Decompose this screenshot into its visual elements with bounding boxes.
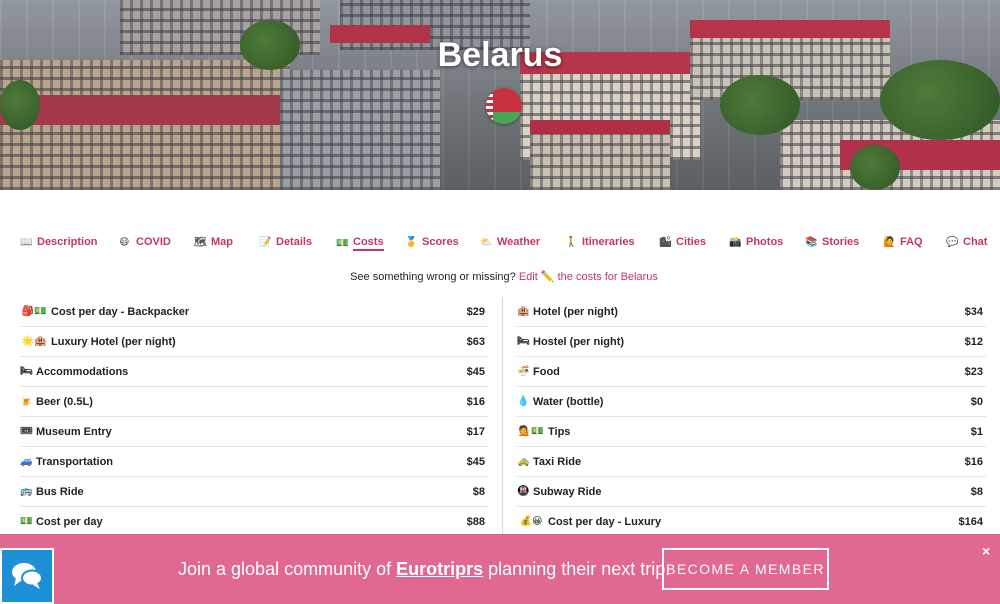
weather-icon: ⛅ [480,236,493,248]
camera-icon: 📸 [729,236,742,248]
bed-icon: 🛏 [517,336,530,347]
building [0,60,290,190]
cost-row-transportation: 🚙 Transportation $45 [20,447,488,477]
tab-faq[interactable]: 🙋 FAQ [883,236,923,248]
costs-column-right: 🏨 Hotel (per night) $34 🛏 Hostel (per night… [517,297,986,537]
cost-row-water: 💧 Water (bottle) $0 [517,387,986,417]
water-drop-icon: 💧 [517,396,530,407]
cost-row-tips: 💁💵 Tips $1 [517,417,986,447]
chat-button[interactable] [0,548,54,604]
cost-row-luxury: 💰😀 Cost per day - Luxury $164 [517,507,986,537]
walking-person-icon: 🚶 [565,236,578,248]
tab-covid[interactable]: 😷 COVID [119,236,171,248]
subway-icon: 🚇 [517,486,530,497]
tab-cities[interactable]: 🏙 Cities [659,236,706,248]
tab-chat[interactable]: 💬 Chat [946,236,987,248]
chat-bubbles-icon [12,563,43,589]
book-icon: 📖 [20,236,33,248]
edit-link[interactable]: Edit ✏️ [519,271,555,283]
notice-text: See something wrong or missing? [350,271,516,283]
banner-message: Join a global community of Eurotriprs pl… [178,559,671,579]
tips-money-icon: 💁💵 [518,426,544,437]
tree [850,145,900,190]
cost-row-per-day: 💵 Cost per day $88 [20,507,488,537]
cost-row-hotel: 🏨 Hotel (per night) $34 [517,297,986,327]
hotel-icon: 🏨 [517,306,530,317]
building [530,125,670,190]
food-bowl-icon: 🍜 [517,366,530,377]
tree [0,80,40,130]
cost-row-luxury-hotel: 🌟🏨 Luxury Hotel (per night) $63 [20,327,488,357]
books-icon: 📚 [805,236,818,248]
edit-notice: See something wrong or missing? Edit ✏️ … [0,270,1000,283]
ticket-icon: 🎟 [20,426,33,437]
star-hotel-icon: 🌟🏨 [21,336,47,347]
beer-icon: 🍺 [20,396,33,407]
tab-scores[interactable]: 🥇 Scores [405,236,459,248]
car-icon: 🚙 [20,456,33,467]
cost-row-bus: 🚌 Bus Ride $8 [20,477,488,507]
tab-stories[interactable]: 📚 Stories [805,236,859,248]
cost-row-backpacker: 🎒💵 Cost per day - Backpacker $29 [20,297,488,327]
memo-icon: 📝 [259,236,272,248]
tab-details[interactable]: 📝 Details [259,236,312,248]
tab-costs[interactable]: 💵 Costs [336,236,384,251]
tab-map[interactable]: 🗺 Map [194,236,233,248]
mask-face-icon: 😷 [119,236,130,248]
bed-icon: 🛏 [20,366,33,377]
column-divider [502,297,503,537]
tab-description[interactable]: 📖 Description [20,236,98,248]
costs-column-left: 🎒💵 Cost per day - Backpacker $29 🌟🏨 Luxury … [20,297,488,537]
cost-row-accommodations: 🛏 Accommodations $45 [20,357,488,387]
taxi-icon: 🚕 [517,456,530,467]
raising-hand-icon: 🙋 [883,236,896,248]
money-icon: 💵 [20,516,33,527]
cost-row-museum: 🎟 Museum Entry $17 [20,417,488,447]
tab-weather[interactable]: ⛅ Weather [480,236,540,248]
tab-itineraries[interactable]: 🚶 Itineraries [565,236,635,248]
hero-banner: Belarus [0,0,1000,190]
edit-costs-link[interactable]: the costs for Belarus [558,271,658,283]
cityscape-icon: 🏙 [659,236,672,248]
money-icon: 💵 [336,238,349,249]
close-icon[interactable]: × [982,543,990,559]
cost-row-beer: 🍺 Beer (0.5L) $16 [20,387,488,417]
bus-icon: 🚌 [20,486,33,497]
section-tabs: 📖 Description 😷 COVID 🗺 Map 📝 Details 💵 Costs… [20,236,987,252]
medal-icon: 🥇 [405,236,418,248]
roof [0,95,290,125]
cost-row-taxi: 🚕 Taxi Ride $16 [517,447,986,477]
page-title: Belarus [437,36,563,74]
eurotriprs-link[interactable]: Eurotriprs [396,559,483,579]
cost-row-subway: 🚇 Subway Ride $8 [517,477,986,507]
map-icon: 🗺 [194,236,207,248]
cost-row-food: 🍜 Food $23 [517,357,986,387]
roof [530,120,670,134]
tab-photos[interactable]: 📸 Photos [729,236,783,248]
belarus-flag-icon [486,88,522,124]
become-member-button[interactable]: BECOME A MEMBER [662,548,829,590]
cost-row-hostel: 🛏 Hostel (per night) $12 [517,327,986,357]
building [280,70,440,190]
tree [720,75,800,135]
moneybag-icon: 💰😀 [519,516,543,527]
speech-bubble-icon: 💬 [946,236,959,248]
backpack-money-icon: 🎒💵 [21,306,47,317]
